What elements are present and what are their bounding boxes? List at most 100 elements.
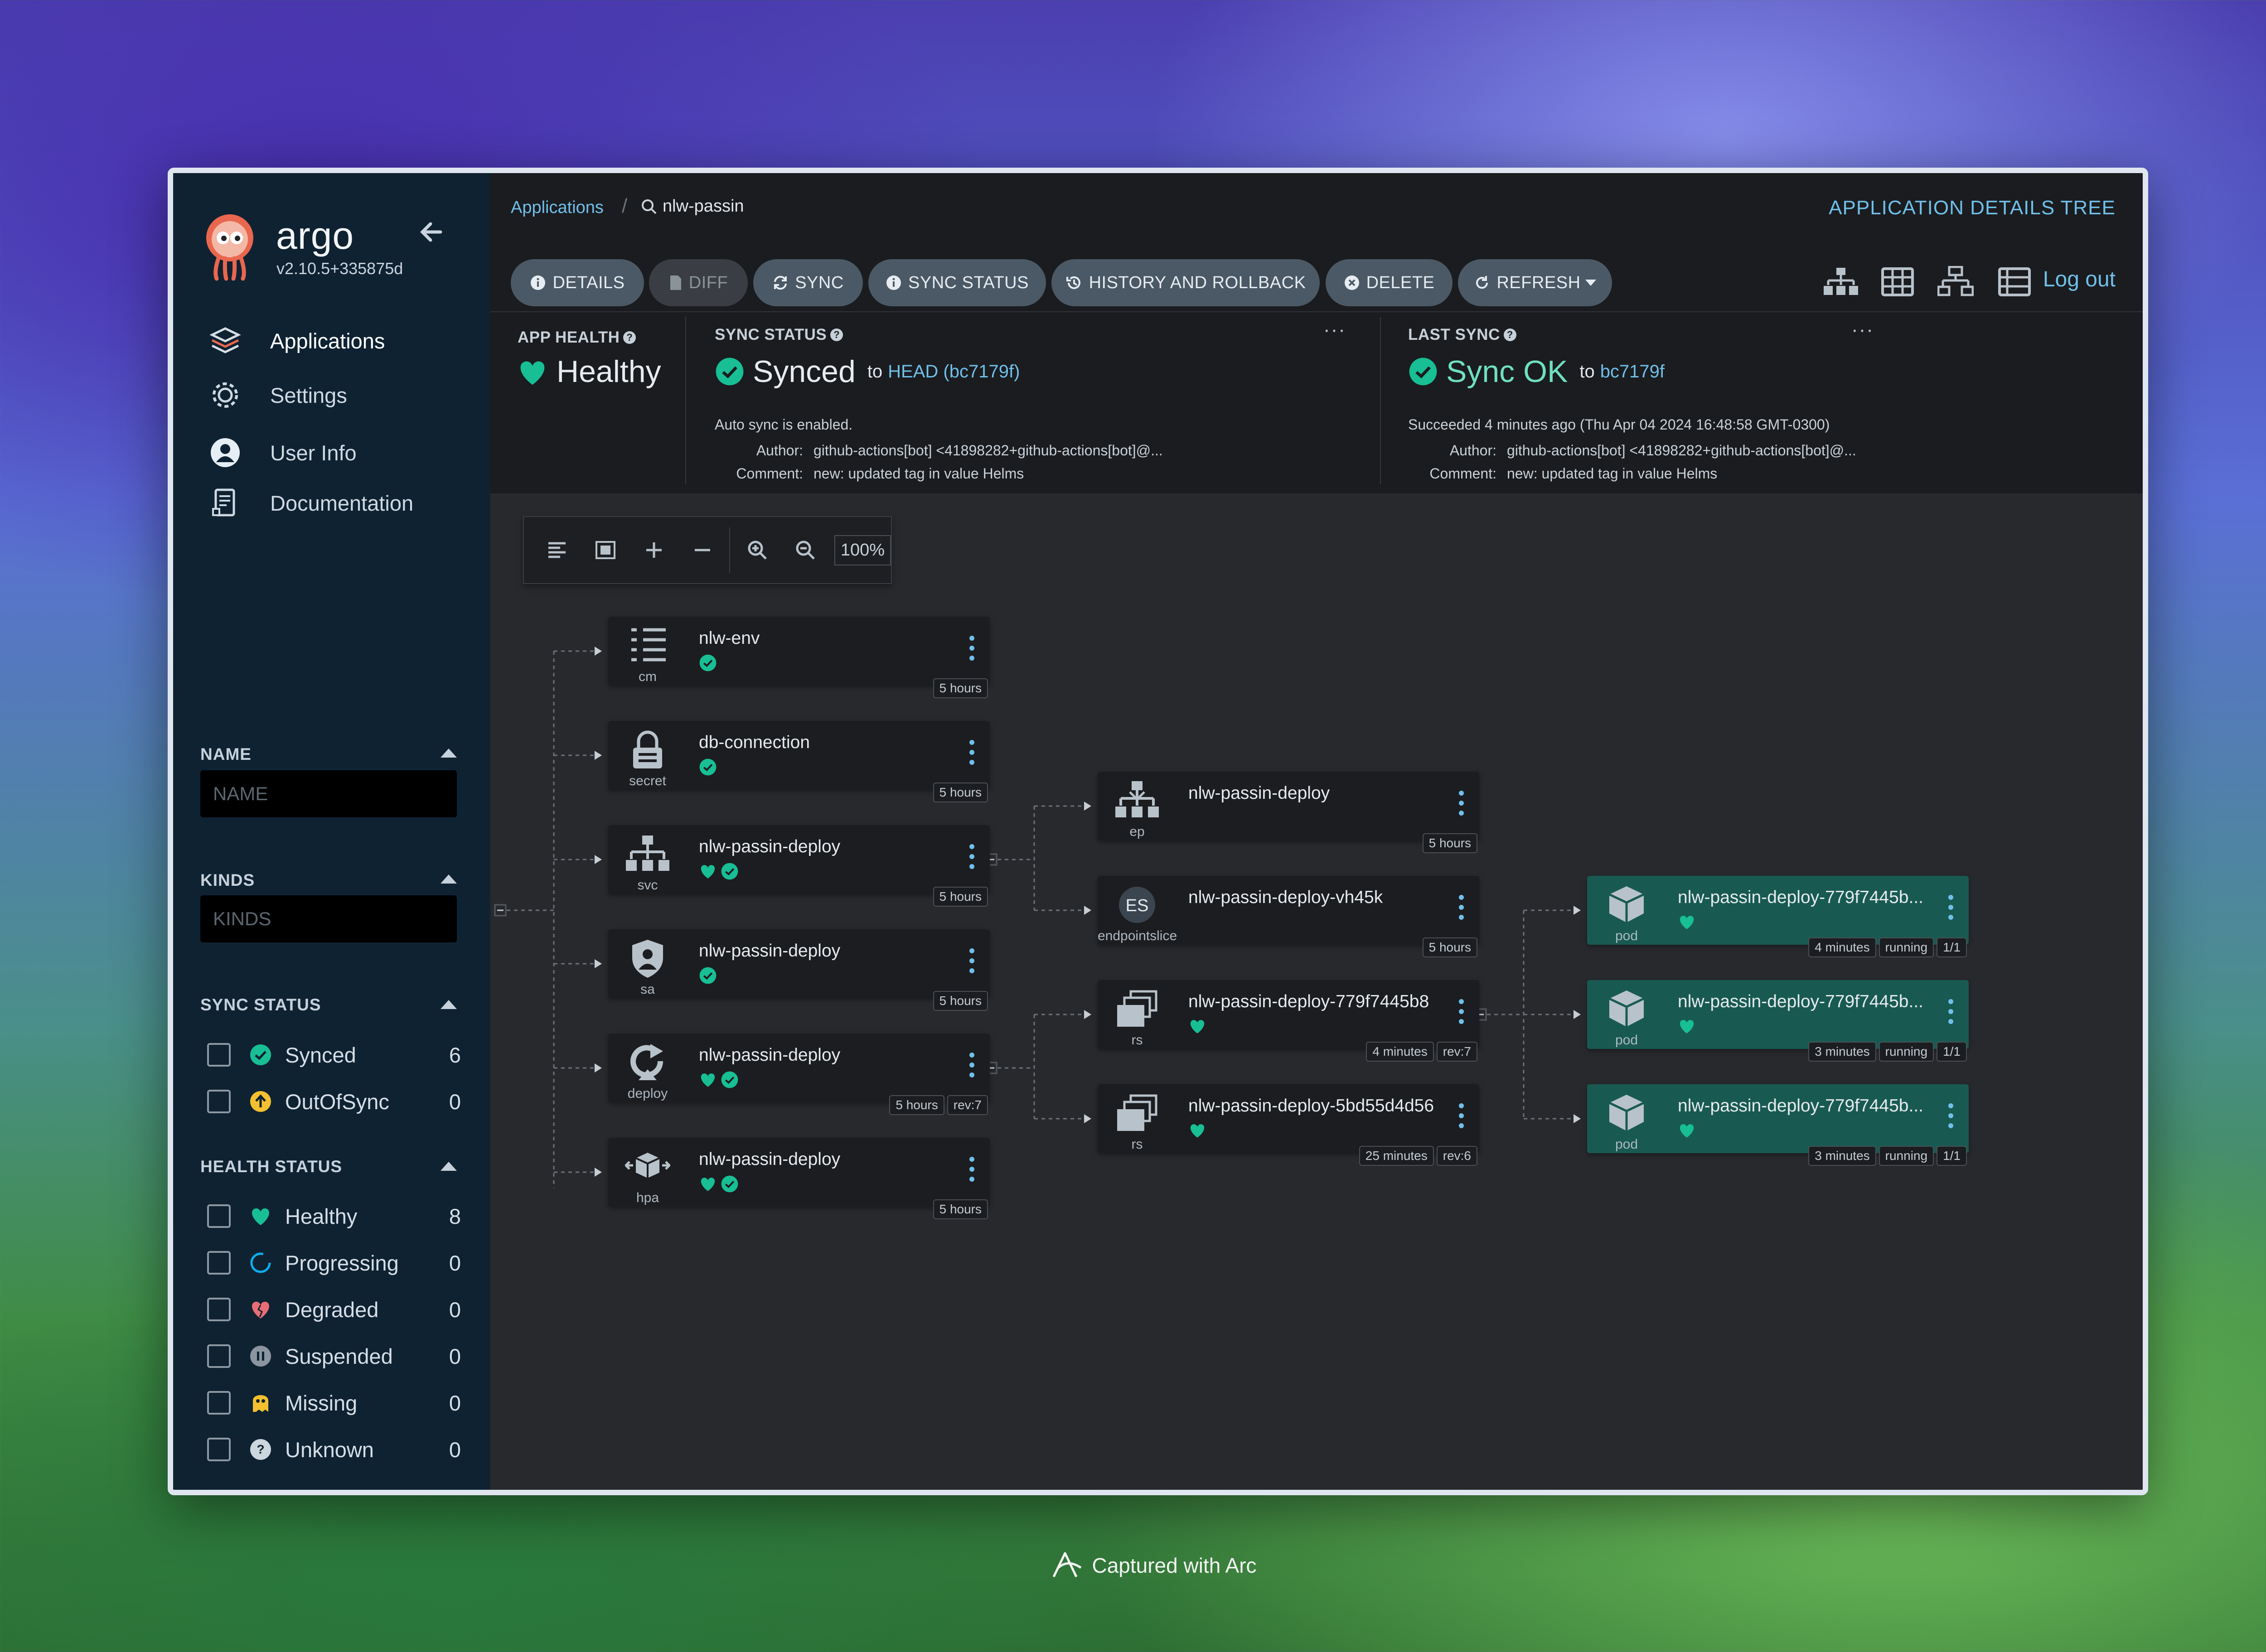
expand-all-icon[interactable]	[630, 525, 678, 575]
zoom-in-icon[interactable]	[733, 525, 781, 575]
logout-link[interactable]: Log out	[2043, 267, 2116, 292]
heart-icon	[1678, 913, 1696, 932]
heart-icon	[1678, 1121, 1696, 1141]
collapse-caret-icon[interactable]	[441, 1000, 457, 1009]
sync-status-more-button[interactable]: ···	[1323, 319, 1346, 341]
deployment-icon	[623, 1040, 673, 1085]
resource-node-pod[interactable]: pod nlw-passin-deploy-779f7445b... 3 minut…	[1587, 1084, 1969, 1166]
checkbox[interactable]	[207, 1204, 231, 1228]
svg-text:?: ?	[257, 1442, 264, 1456]
tree-view-icon[interactable]	[1821, 261, 1861, 302]
resource-tags: 5 hours	[1422, 937, 1477, 957]
help-icon[interactable]: ?	[1503, 328, 1516, 341]
resource-node-cm[interactable]: cm nlw-env 5 hours	[608, 617, 990, 698]
node-menu-icon[interactable]	[1457, 791, 1466, 820]
resource-tree[interactable]: 100% cm nlw-env 5 hours secret db-connection…	[490, 493, 2143, 1490]
collapse-caret-icon[interactable]	[441, 874, 457, 884]
node-menu-icon[interactable]	[967, 844, 976, 873]
last-sync-target-link[interactable]: bc7179f	[1600, 362, 1665, 382]
resource-name: nlw-env	[699, 628, 760, 648]
checkbox[interactable]	[207, 1251, 231, 1275]
filter-progressing[interactable]: Progressing 0	[207, 1245, 461, 1281]
resource-node-hpa[interactable]: hpa nlw-passin-deploy 5 hours	[608, 1138, 990, 1219]
list-view-icon[interactable]	[1994, 261, 2035, 302]
delete-button[interactable]: DELETE	[1326, 259, 1453, 306]
resource-node-rs[interactable]: rs nlw-passin-deploy-779f7445b8 4 minutes r…	[1098, 980, 1479, 1062]
nav-settings[interactable]: Settings	[208, 377, 347, 413]
filter-count: 0	[449, 1344, 461, 1368]
node-menu-icon[interactable]	[967, 636, 976, 665]
checkbox[interactable]	[207, 1043, 231, 1067]
kinds-filter-input[interactable]	[200, 895, 457, 942]
node-menu-icon[interactable]	[967, 948, 976, 977]
resource-node-ep[interactable]: ep nlw-passin-deploy 5 hours	[1098, 772, 1479, 853]
filter-healthy[interactable]: Healthy 8	[207, 1198, 461, 1234]
breadcrumb-applications[interactable]: Applications	[511, 198, 604, 217]
collapse-caret-icon[interactable]	[441, 749, 457, 758]
last-sync-more-button[interactable]: ···	[1851, 319, 1874, 341]
breadcrumb-search[interactable]: nlw-passin	[640, 197, 744, 216]
last-sync-to-text: to	[1579, 361, 1595, 382]
heart-icon	[1678, 1017, 1696, 1037]
resource-node-endpointslice[interactable]: ES endpointslice nlw-passin-deploy-vh45k 5 …	[1098, 876, 1479, 957]
app-health-title: APP HEALTH ?	[518, 328, 636, 347]
checkbox[interactable]	[207, 1438, 231, 1461]
nav-documentation[interactable]: Documentation	[208, 485, 413, 521]
resource-node-rs[interactable]: rs nlw-passin-deploy-5bd55d4d56 25 minutes…	[1098, 1084, 1479, 1166]
align-left-icon[interactable]	[533, 525, 581, 575]
check-circle-icon	[716, 357, 744, 386]
check-circle-icon	[1409, 357, 1437, 386]
resource-tags: 5 hours	[933, 887, 988, 907]
sync-status-button[interactable]: SYNC STATUS	[868, 259, 1046, 306]
collapse-all-icon[interactable]	[678, 525, 726, 575]
network-view-icon[interactable]	[1935, 261, 1976, 302]
refresh-button[interactable]: REFRESH	[1458, 259, 1612, 306]
filter-outofsync[interactable]: OutOfSync 0	[207, 1083, 461, 1120]
checkbox[interactable]	[207, 1298, 231, 1321]
fit-screen-icon[interactable]	[581, 525, 630, 575]
node-menu-icon[interactable]	[967, 1157, 976, 1186]
svg-text:ES: ES	[1126, 896, 1149, 915]
filter-count: 6	[449, 1043, 461, 1067]
checkbox[interactable]	[207, 1391, 231, 1415]
sync-button[interactable]: SYNC	[753, 259, 863, 306]
collapse-sidebar-button[interactable]	[416, 218, 447, 250]
details-button[interactable]: DETAILS	[511, 259, 644, 306]
node-menu-icon[interactable]	[1946, 895, 1955, 924]
heart-icon	[1188, 1121, 1206, 1141]
node-menu-icon[interactable]	[1946, 999, 1955, 1028]
help-icon[interactable]: ?	[623, 331, 636, 344]
node-menu-icon[interactable]	[1457, 999, 1466, 1028]
resource-node-deploy[interactable]: deploy nlw-passin-deploy 5 hours rev:7	[608, 1034, 990, 1115]
resource-node-secret[interactable]: secret db-connection 5 hours	[608, 721, 990, 802]
nav-user-info[interactable]: User Info	[208, 435, 357, 471]
collapse-caret-icon[interactable]	[441, 1162, 457, 1171]
name-filter-input[interactable]	[200, 770, 457, 817]
divider	[729, 527, 731, 573]
resource-node-sa[interactable]: sa nlw-passin-deploy 5 hours	[608, 929, 990, 1011]
node-menu-icon[interactable]	[1457, 895, 1466, 924]
node-menu-icon[interactable]	[1946, 1103, 1955, 1132]
resource-node-pod[interactable]: pod nlw-passin-deploy-779f7445b... 3 minut…	[1587, 980, 1969, 1062]
history-rollback-button[interactable]: HISTORY AND ROLLBACK	[1051, 259, 1320, 306]
filter-missing[interactable]: Missing 0	[207, 1385, 461, 1421]
filter-suspended[interactable]: Suspended 0	[207, 1338, 461, 1374]
checkbox[interactable]	[207, 1344, 231, 1368]
help-icon[interactable]: ?	[830, 328, 843, 341]
sync-target-link[interactable]: HEAD (bc7179f)	[888, 362, 1020, 382]
resource-node-pod[interactable]: pod nlw-passin-deploy-779f7445b... 4 minut…	[1587, 876, 1969, 957]
node-menu-icon[interactable]	[1457, 1103, 1466, 1132]
filter-synced[interactable]: Synced 6	[207, 1037, 461, 1073]
node-menu-icon[interactable]	[967, 740, 976, 769]
filter-label: Progressing	[285, 1251, 399, 1275]
grid-view-icon[interactable]	[1877, 261, 1918, 302]
info-icon	[530, 275, 546, 291]
diff-button[interactable]: DIFF	[649, 259, 748, 306]
resource-node-svc[interactable]: svc nlw-passin-deploy 5 hours	[608, 825, 990, 907]
checkbox[interactable]	[207, 1090, 231, 1113]
nav-applications[interactable]: Applications	[208, 323, 385, 359]
filter-degraded[interactable]: Degraded 0	[207, 1291, 461, 1328]
zoom-out-icon[interactable]	[781, 525, 830, 575]
node-menu-icon[interactable]	[967, 1053, 976, 1082]
filter-unknown[interactable]: ? Unknown 0	[207, 1431, 461, 1468]
